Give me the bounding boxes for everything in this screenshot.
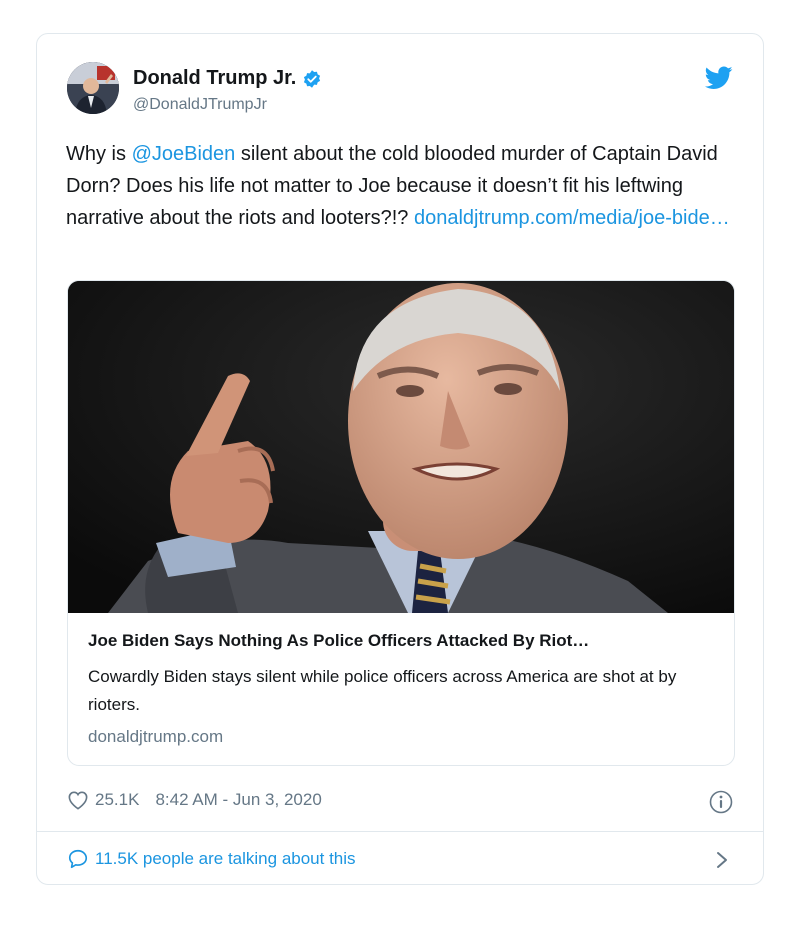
article-photo [68, 281, 734, 613]
author-handle[interactable]: @DonaldJTrumpJr [133, 96, 267, 114]
verified-badge-icon [304, 69, 321, 88]
conversation-link[interactable]: 11.5K people are talking about this [67, 848, 356, 870]
avatar-image [67, 62, 119, 114]
author-avatar[interactable] [67, 62, 119, 114]
speech-bubble-icon [68, 849, 88, 869]
conversation-count-label: 11.5K people are talking about this [95, 849, 356, 868]
tweet-timestamp[interactable]: 8:42 AM - Jun 3, 2020 [155, 790, 321, 810]
author-name[interactable]: Donald Trump Jr. [133, 67, 296, 90]
info-icon[interactable] [709, 790, 733, 814]
preview-title: Joe Biden Says Nothing As Police Officer… [88, 631, 590, 650]
preview-domain: donaldjtrump.com [88, 727, 224, 746]
like-count[interactable]: 25.1K [95, 790, 139, 810]
tweet-meta: 25.1K 8:42 AM - Jun 3, 2020 [67, 790, 322, 810]
tweet-text: Why is @JoeBiden silent about the cold b… [66, 138, 736, 234]
preview-description: Cowardly Biden stays silent while police… [88, 667, 677, 714]
mention-link[interactable]: @JoeBiden [132, 143, 236, 165]
article-link[interactable]: donaldjtrump.com/media/joe-bide… [414, 207, 730, 229]
link-preview-card[interactable]: Joe Biden Says Nothing As Police Officer… [67, 280, 735, 766]
heart-icon[interactable] [67, 790, 89, 810]
chevron-right-icon[interactable] [715, 850, 729, 870]
twitter-bird-icon[interactable] [705, 66, 733, 90]
footer-divider [37, 831, 763, 832]
tweet-text-prefix: Why is [66, 143, 132, 165]
tweet-embed-card: Donald Trump Jr. @DonaldJTrumpJr Why is … [36, 33, 764, 885]
